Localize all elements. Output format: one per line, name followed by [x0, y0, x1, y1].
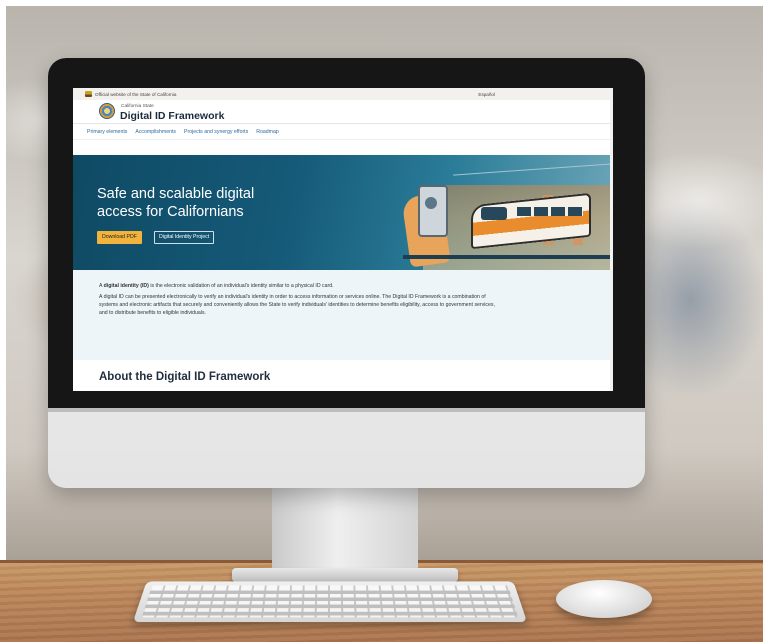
overhead-wire-illustration — [453, 163, 613, 176]
hero-heading: Safe and scalable digital access for Cal… — [97, 186, 255, 220]
image-border-top — [0, 0, 763, 6]
train-window-icon — [481, 207, 507, 220]
keyboard — [132, 581, 528, 623]
state-seal-logo[interactable] — [99, 103, 115, 119]
intro-text-post: is the electronic validation of an indiv… — [148, 283, 334, 289]
monitor-stand-base — [232, 568, 458, 582]
california-flag-icon — [85, 91, 92, 97]
nav-item-accomplishments[interactable]: Accomplishments — [135, 129, 176, 135]
rail-track-illustration — [403, 255, 613, 259]
nav-item-roadmap[interactable]: Roadmap — [256, 129, 279, 135]
monitor-stand — [272, 487, 418, 577]
download-pdf-button[interactable]: Download PDF — [97, 231, 142, 244]
nav-item-projects[interactable]: Projects and synergy efforts — [184, 129, 248, 135]
mouse — [556, 580, 652, 618]
intro-paragraph: A digital identity (ID) is the electroni… — [99, 282, 499, 290]
framework-description: A digital ID can be presented electronic… — [99, 294, 495, 316]
section-heading: About the Digital ID Framework — [99, 371, 271, 383]
main-nav: Primary elements Accomplishments Project… — [73, 124, 613, 140]
language-link[interactable]: Español — [478, 92, 495, 97]
hero-banner: Safe and scalable digital access for Cal… — [73, 155, 613, 270]
monitor-chin-divider — [48, 408, 645, 412]
gov-banner-text: Official website of the State of Califor… — [95, 91, 177, 97]
phone-id-illustration — [418, 185, 448, 237]
monitor-screen: Official website of the State of Califor… — [73, 88, 613, 391]
image-border-left — [0, 0, 6, 642]
intro-section: A digital identity (ID) is the electroni… — [73, 270, 613, 360]
site-kicker: California State — [121, 104, 154, 109]
train-side-windows — [517, 207, 583, 216]
scrollbar[interactable] — [610, 88, 613, 391]
nav-item-primary-elements[interactable]: Primary elements — [87, 129, 127, 135]
site-header: California State Digital ID Framework — [73, 100, 613, 124]
site-title[interactable]: Digital ID Framework — [120, 110, 224, 122]
intro-bold-term: digital identity (ID) — [103, 283, 149, 289]
digital-identity-project-button[interactable]: Digital Identity Project — [154, 231, 215, 244]
id-photo-icon — [425, 197, 437, 209]
gov-banner: Official website of the State of Califor… — [73, 88, 613, 100]
